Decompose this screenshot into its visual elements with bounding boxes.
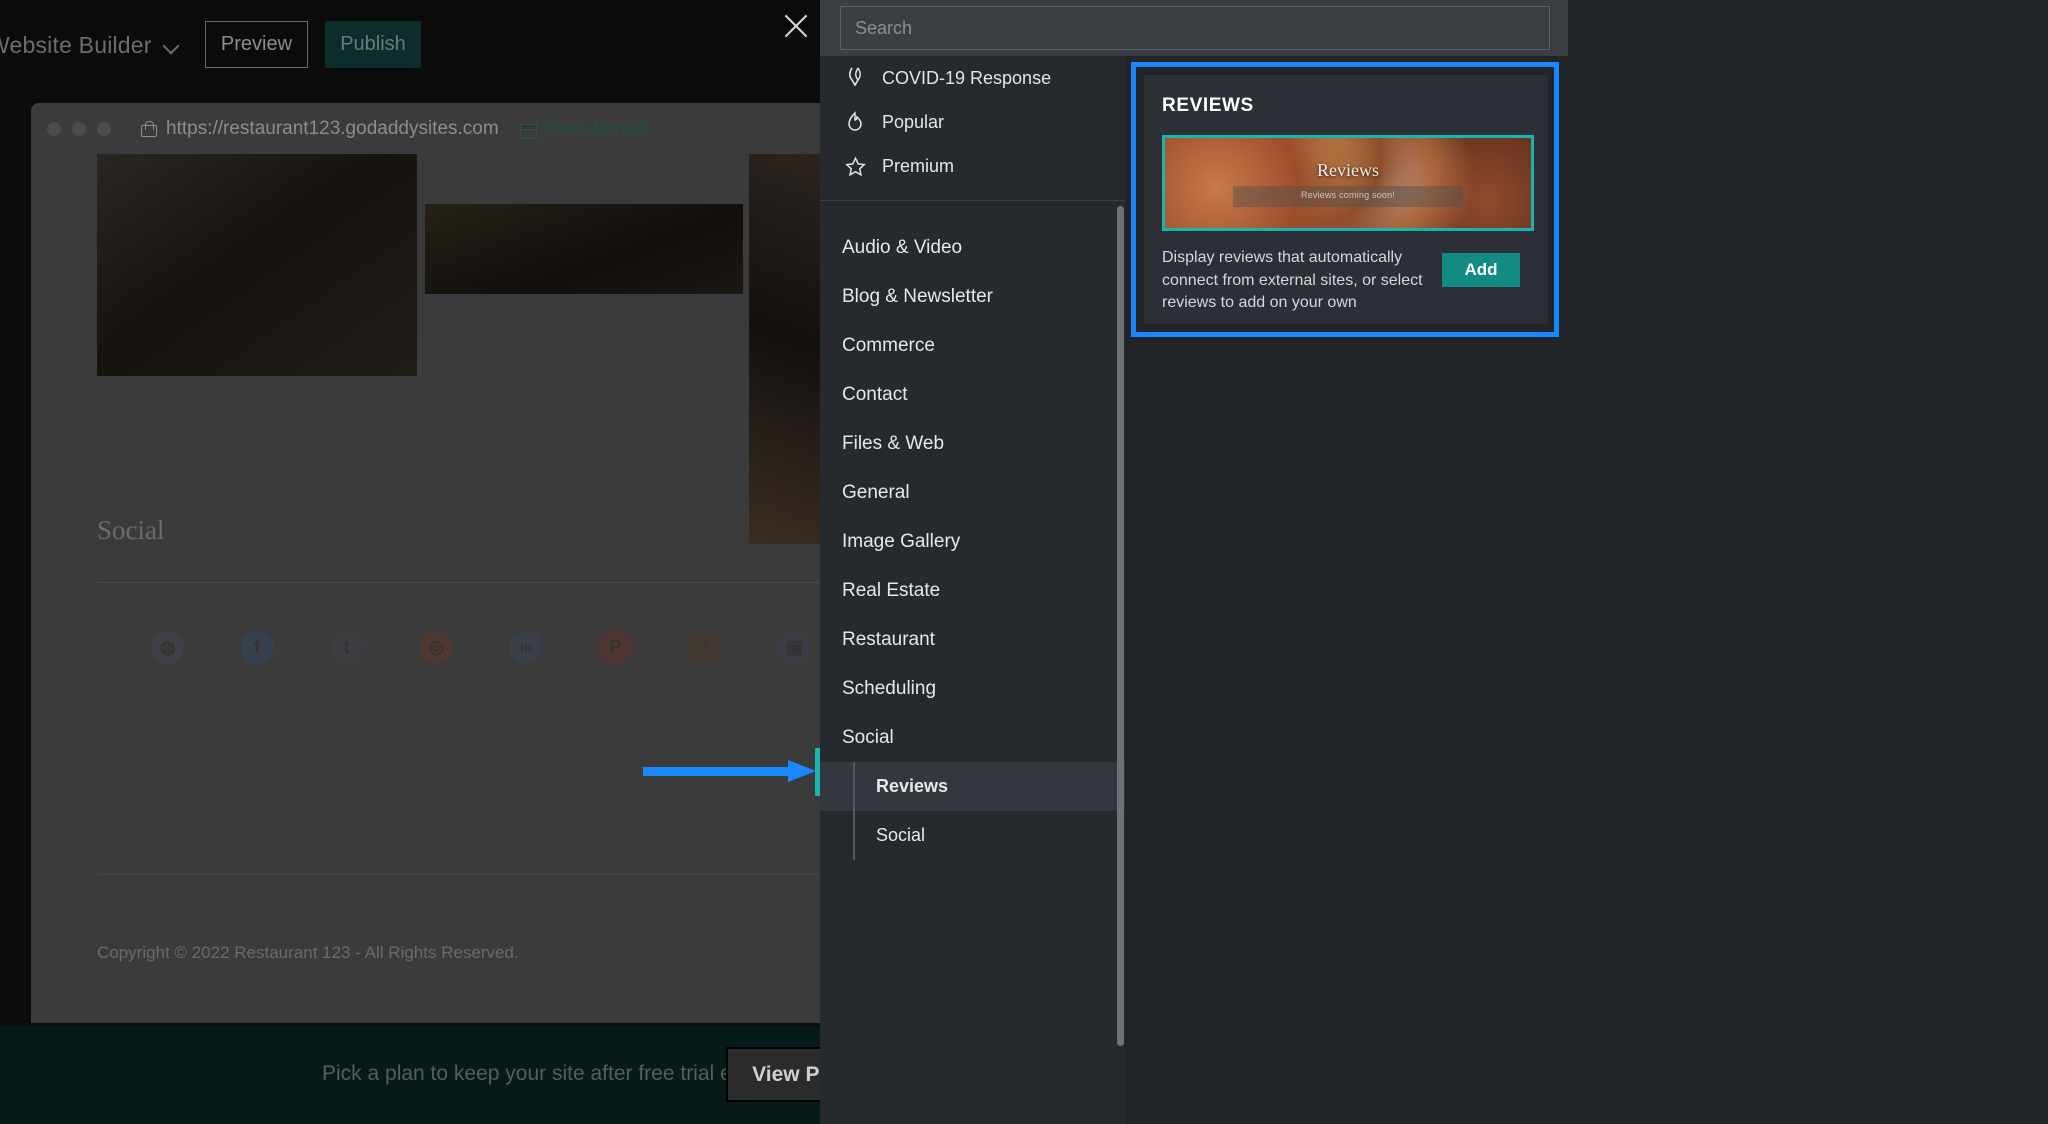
category-item-real-estate[interactable]: Real Estate xyxy=(820,566,1125,615)
reviews-card-title: REVIEWS xyxy=(1162,95,1254,116)
category-list: COVID-19 Response Popular Premium Audio … xyxy=(820,56,1125,1124)
reviews-card-highlight: REVIEWS Reviews Reviews coming soon! Dis… xyxy=(1131,62,1559,337)
plan-upsell-message: Pick a plan to keep your site after free… xyxy=(322,1062,766,1085)
reviews-card-description: Display reviews that automatically conne… xyxy=(1162,249,1423,312)
category-item-restaurant[interactable]: Restaurant xyxy=(820,615,1125,664)
website-builder-preview: Website Builder Preview Publish https://… xyxy=(0,0,820,1124)
subcategory-item-reviews[interactable]: Reviews xyxy=(820,762,1125,811)
instagram-icon[interactable]: ◎ xyxy=(419,631,453,664)
screen-root: Website Builder Preview Publish https://… xyxy=(0,0,2048,1124)
site-social-heading: Social xyxy=(97,515,165,545)
featured-category-group: COVID-19 Response Popular Premium xyxy=(820,56,1125,188)
category-item-popular[interactable]: Popular xyxy=(820,100,1125,144)
subcategory-item-social[interactable]: Social xyxy=(820,811,1125,860)
site-photo-dish xyxy=(425,204,743,294)
subcategory-rail xyxy=(853,762,855,811)
add-section-panel: COVID-19 Response Popular xyxy=(820,0,2048,1124)
site-copyright: Copyright © 2022 Restaurant 123 - All Ri… xyxy=(97,943,519,962)
category-item-scheduling[interactable]: Scheduling xyxy=(820,664,1125,713)
reviews-card: REVIEWS Reviews Reviews coming soon! Dis… xyxy=(1144,75,1548,324)
reviews-thumbnail-image xyxy=(1165,138,1531,228)
browser-chrome-bar: https://restaurant123.godaddysites.com F… xyxy=(31,103,820,154)
reviews-card-thumbnail[interactable]: Reviews Reviews coming soon! xyxy=(1162,135,1534,231)
category-label: COVID-19 Response xyxy=(882,67,1052,88)
chevron-down-icon xyxy=(164,38,179,53)
reviews-thumbnail-subtitle: Reviews coming soon! xyxy=(1300,190,1396,200)
discord-icon[interactable]: ◍ xyxy=(151,631,184,664)
site-photo-person xyxy=(749,154,820,544)
close-icon[interactable] xyxy=(778,8,814,44)
site-divider-bottom xyxy=(97,874,820,875)
builder-brand-label: Website Builder xyxy=(0,32,152,58)
builder-brand-menu[interactable]: Website Builder xyxy=(0,32,179,59)
window-dot-red xyxy=(47,121,61,136)
view-plan-button[interactable]: View Plan xyxy=(726,1047,820,1102)
site-social-icon-row: ◍ f t ◎ in P ♪ ▣ xyxy=(151,631,811,664)
add-button[interactable]: Add xyxy=(1442,253,1520,287)
annotation-arrow xyxy=(643,760,823,782)
category-item-covid-19-response[interactable]: COVID-19 Response xyxy=(820,56,1125,100)
free-domain-link[interactable]: Free domain xyxy=(544,118,651,140)
plan-upsell-bar: Pick a plan to keep your site after free… xyxy=(0,1026,820,1124)
ribbon-icon xyxy=(842,67,868,89)
publish-button[interactable]: Publish xyxy=(325,21,421,68)
builder-header: Website Builder Preview Publish xyxy=(0,0,820,100)
category-item-contact[interactable]: Contact xyxy=(820,370,1125,419)
category-label: Premium xyxy=(882,155,955,176)
annotation-arrow-head xyxy=(788,760,816,782)
category-item-premium[interactable]: Premium xyxy=(820,144,1125,188)
main-category-group: Audio & Video Blog & Newsletter Commerce… xyxy=(820,201,1125,860)
category-label: Popular xyxy=(882,111,945,132)
preview-button[interactable]: Preview xyxy=(205,21,308,68)
flame-icon xyxy=(842,111,868,133)
tiktok-icon[interactable]: ♪ xyxy=(688,631,722,664)
category-item-social[interactable]: Social xyxy=(820,713,1125,762)
category-item-files-web[interactable]: Files & Web xyxy=(820,419,1125,468)
category-item-audio-video[interactable]: Audio & Video xyxy=(820,223,1125,272)
category-scrollbar[interactable] xyxy=(1117,206,1124,1046)
site-divider-top xyxy=(97,582,820,583)
window-dot-green xyxy=(97,121,111,136)
site-url: https://restaurant123.godaddysites.com xyxy=(166,117,499,139)
pinterest-icon[interactable]: P xyxy=(598,631,632,664)
search-bar-container xyxy=(820,0,1568,56)
facebook-icon[interactable]: f xyxy=(240,631,274,664)
category-item-commerce[interactable]: Commerce xyxy=(820,321,1125,370)
lock-icon xyxy=(141,120,157,137)
reviews-thumbnail-title: Reviews xyxy=(1317,160,1379,180)
site-photo-plate xyxy=(97,154,417,376)
subcategory-label: Reviews xyxy=(876,776,949,796)
category-item-blog-newsletter[interactable]: Blog & Newsletter xyxy=(820,272,1125,321)
star-icon xyxy=(842,156,868,177)
linkedin-icon[interactable]: in xyxy=(509,631,543,664)
category-item-general[interactable]: General xyxy=(820,468,1125,517)
window-dot-yellow xyxy=(72,121,86,136)
subcategory-label: Social xyxy=(876,825,926,845)
tumblr-icon[interactable]: t xyxy=(330,631,364,664)
category-item-image-gallery[interactable]: Image Gallery xyxy=(820,517,1125,566)
search-input[interactable] xyxy=(840,6,1550,50)
gift-icon xyxy=(519,121,537,139)
site-content: Social ◍ f t ◎ in P ♪ ▣ Copyright © 2022… xyxy=(31,154,820,1023)
annotation-arrow-shaft xyxy=(643,767,793,776)
subcategory-rail xyxy=(853,811,855,860)
twitch-icon[interactable]: ▣ xyxy=(777,631,811,664)
site-preview-frame: https://restaurant123.godaddysites.com F… xyxy=(31,103,820,1023)
window-dots xyxy=(47,121,111,136)
